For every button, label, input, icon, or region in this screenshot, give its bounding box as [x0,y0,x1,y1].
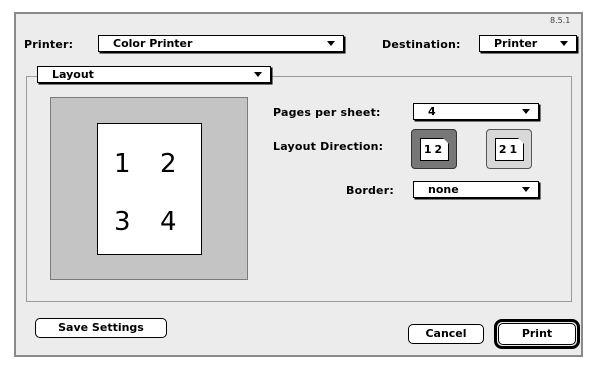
preview-page-number: 3 [114,207,131,237]
layout-direction-left-to-right-button[interactable]: 12 [411,129,457,169]
version-label: 8.5.1 [550,16,571,25]
preview-page-number: 1 [114,149,131,179]
page-order-icon: 21 [495,138,524,161]
destination-popup[interactable]: Printer [479,35,577,52]
panel-value: Layout [52,68,94,81]
printer-label: Printer: [24,38,74,51]
preview-page-number: 4 [160,207,177,237]
pages-per-sheet-popup[interactable]: 4 [413,103,539,120]
chevron-down-icon [522,187,530,192]
border-label: Border: [346,184,394,197]
chevron-down-icon [522,109,530,114]
pages-per-sheet-label: Pages per sheet: [273,106,381,119]
border-popup[interactable]: none [413,181,539,198]
cancel-button[interactable]: Cancel [408,324,484,344]
destination-value: Printer [494,37,538,50]
chevron-down-icon [254,72,262,77]
layout-direction-label: Layout Direction: [273,140,384,153]
border-value: none [428,183,459,196]
chevron-down-icon [327,41,335,46]
print-button[interactable]: Print [498,323,576,345]
printer-popup[interactable]: Color Printer [98,35,344,52]
page-order-icon: 12 [420,138,449,161]
print-dialog: 8.5.1 Printer: Color Printer Destination… [14,12,583,357]
panel-popup[interactable]: Layout [37,66,271,83]
layout-direction-right-to-left-button[interactable]: 21 [486,129,532,169]
pages-per-sheet-value: 4 [428,105,436,118]
printer-value: Color Printer [113,37,193,50]
preview-sheet: 1 2 3 4 [97,123,202,255]
preview-page-number: 2 [160,149,177,179]
destination-label: Destination: [382,38,461,51]
save-settings-button[interactable]: Save Settings [35,318,167,338]
chevron-down-icon [560,41,568,46]
